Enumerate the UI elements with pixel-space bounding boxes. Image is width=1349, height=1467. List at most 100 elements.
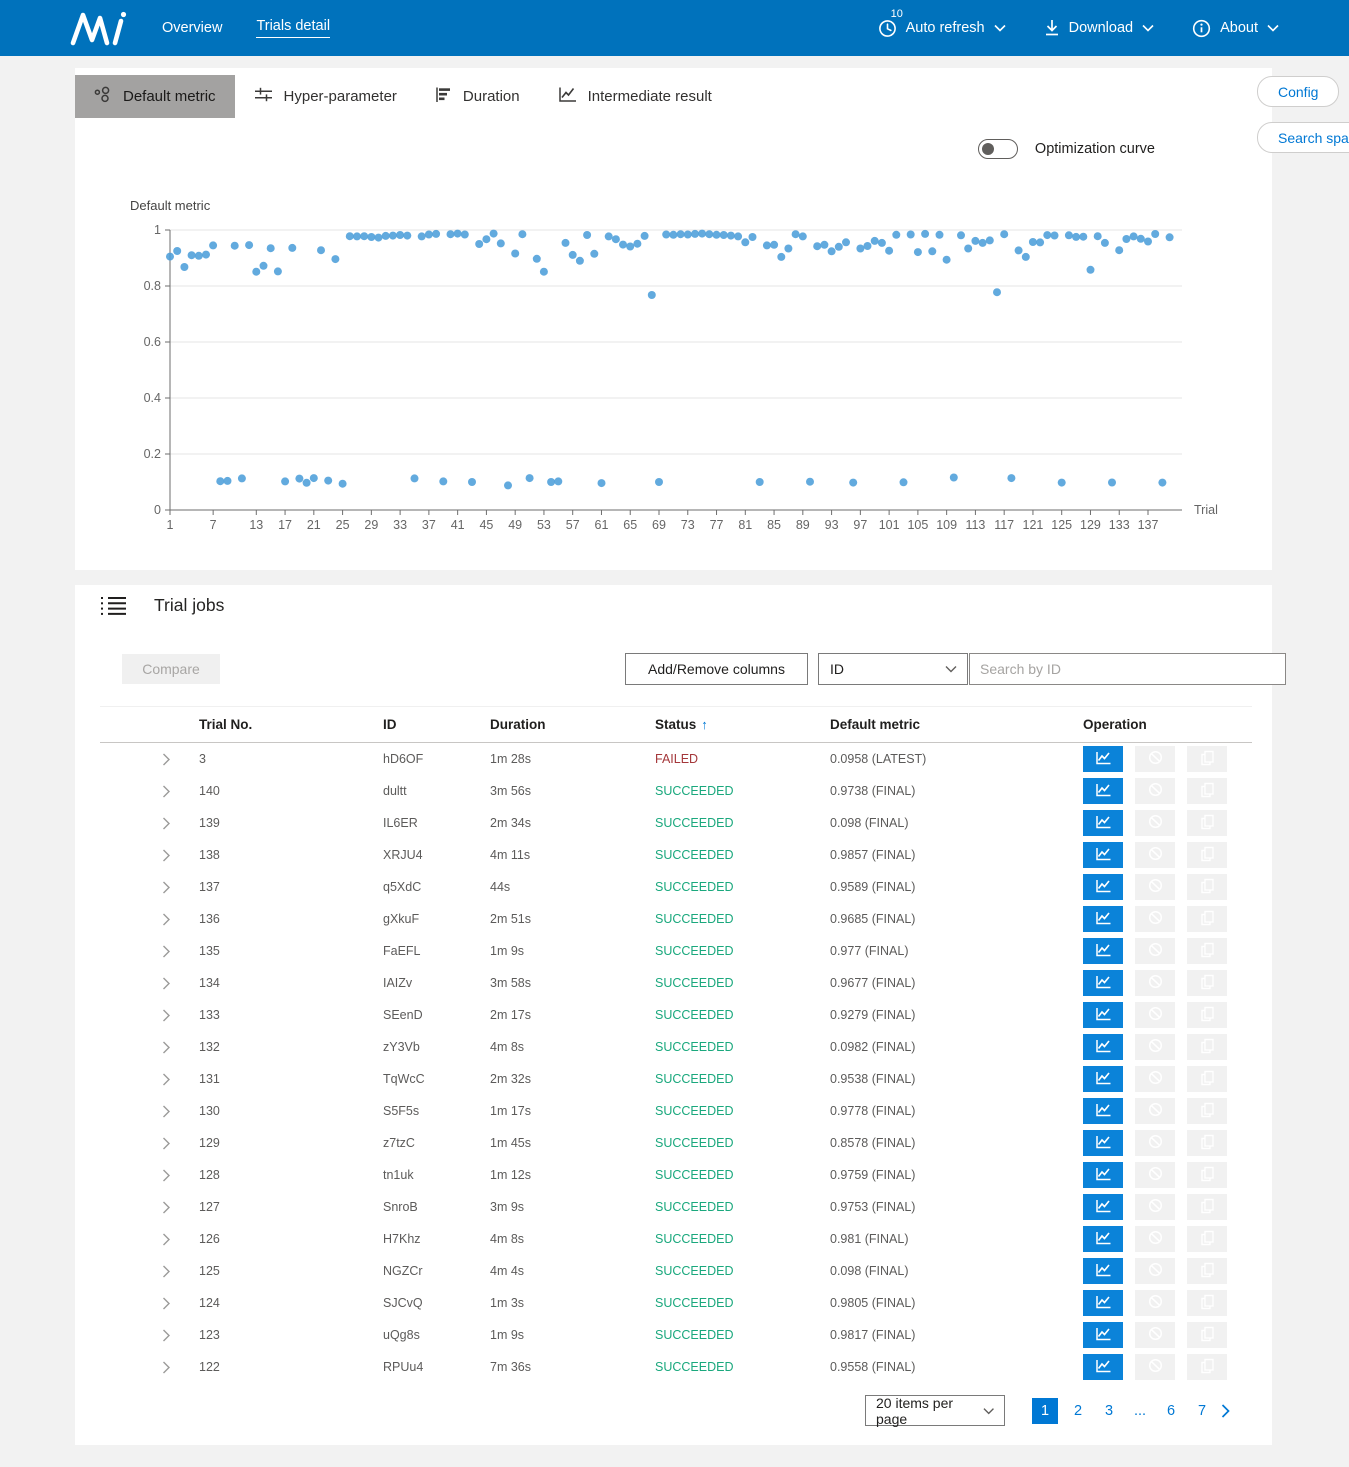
intermediate-result-button[interactable] — [1083, 1290, 1123, 1316]
add-remove-columns-button[interactable]: Add/Remove columns — [625, 653, 808, 685]
download-menu[interactable]: Download — [1044, 19, 1155, 37]
column-header-duration[interactable]: Duration — [490, 717, 655, 732]
copy-parameters-button[interactable] — [1187, 938, 1227, 964]
row-expander[interactable] — [100, 913, 199, 926]
kill-job-button[interactable] — [1135, 1322, 1175, 1348]
row-expander[interactable] — [100, 817, 199, 830]
kill-job-button[interactable] — [1135, 970, 1175, 996]
kill-job-button[interactable] — [1135, 1098, 1175, 1124]
intermediate-result-button[interactable] — [1083, 810, 1123, 836]
auto-refresh-menu[interactable]: 10 Auto refresh — [878, 19, 1006, 38]
copy-parameters-button[interactable] — [1187, 1290, 1227, 1316]
intermediate-result-button[interactable] — [1083, 778, 1123, 804]
intermediate-result-button[interactable] — [1083, 906, 1123, 932]
copy-parameters-button[interactable] — [1187, 906, 1227, 932]
row-expander[interactable] — [100, 1169, 199, 1182]
intermediate-result-button[interactable] — [1083, 1194, 1123, 1220]
row-expander[interactable] — [100, 785, 199, 798]
intermediate-result-button[interactable] — [1083, 1162, 1123, 1188]
copy-parameters-button[interactable] — [1187, 1194, 1227, 1220]
copy-parameters-button[interactable] — [1187, 810, 1227, 836]
copy-parameters-button[interactable] — [1187, 1354, 1227, 1380]
intermediate-result-button[interactable] — [1083, 1130, 1123, 1156]
row-expander[interactable] — [100, 1041, 199, 1054]
search-input[interactable] — [969, 653, 1286, 685]
copy-parameters-button[interactable] — [1187, 1034, 1227, 1060]
intermediate-result-button[interactable] — [1083, 1322, 1123, 1348]
intermediate-result-button[interactable] — [1083, 1066, 1123, 1092]
intermediate-result-button[interactable] — [1083, 1354, 1123, 1380]
page-button-6[interactable]: 6 — [1160, 1398, 1182, 1424]
copy-parameters-button[interactable] — [1187, 778, 1227, 804]
compare-button[interactable]: Compare — [122, 654, 220, 684]
row-expander[interactable] — [100, 1009, 199, 1022]
kill-job-button[interactable] — [1135, 938, 1175, 964]
page-button-2[interactable]: 2 — [1067, 1398, 1089, 1424]
row-expander[interactable] — [100, 1233, 199, 1246]
kill-job-button[interactable] — [1135, 1130, 1175, 1156]
kill-job-button[interactable] — [1135, 842, 1175, 868]
copy-parameters-button[interactable] — [1187, 1162, 1227, 1188]
row-expander[interactable] — [100, 1265, 199, 1278]
copy-parameters-button[interactable] — [1187, 1066, 1227, 1092]
next-page-button[interactable] — [1221, 1404, 1230, 1418]
row-expander[interactable] — [100, 1297, 199, 1310]
kill-job-button[interactable] — [1135, 1194, 1175, 1220]
intermediate-result-button[interactable] — [1083, 746, 1123, 772]
kill-job-button[interactable] — [1135, 1162, 1175, 1188]
optimization-curve-toggle[interactable] — [978, 139, 1018, 159]
row-expander[interactable] — [100, 1361, 199, 1374]
column-header-operation[interactable]: Operation — [1083, 717, 1252, 732]
intermediate-result-button[interactable] — [1083, 1002, 1123, 1028]
kill-job-button[interactable] — [1135, 1066, 1175, 1092]
copy-parameters-button[interactable] — [1187, 1258, 1227, 1284]
kill-job-button[interactable] — [1135, 874, 1175, 900]
row-expander[interactable] — [100, 977, 199, 990]
kill-job-button[interactable] — [1135, 1226, 1175, 1252]
kill-job-button[interactable] — [1135, 810, 1175, 836]
copy-parameters-button[interactable] — [1187, 746, 1227, 772]
row-expander[interactable] — [100, 753, 199, 766]
intermediate-result-button[interactable] — [1083, 842, 1123, 868]
kill-job-button[interactable] — [1135, 1354, 1175, 1380]
kill-job-button[interactable] — [1135, 906, 1175, 932]
items-per-page-select[interactable]: 20 items per page — [865, 1395, 1005, 1426]
tab-duration[interactable]: Duration — [416, 75, 539, 118]
copy-parameters-button[interactable] — [1187, 1130, 1227, 1156]
column-header-id[interactable]: ID — [383, 717, 490, 732]
kill-job-button[interactable] — [1135, 1290, 1175, 1316]
kill-job-button[interactable] — [1135, 746, 1175, 772]
intermediate-result-button[interactable] — [1083, 1258, 1123, 1284]
row-expander[interactable] — [100, 1073, 199, 1086]
row-expander[interactable] — [100, 849, 199, 862]
copy-parameters-button[interactable] — [1187, 842, 1227, 868]
column-header-status[interactable]: Status↑ — [655, 717, 830, 732]
page-button-7[interactable]: 7 — [1191, 1398, 1213, 1424]
intermediate-result-button[interactable] — [1083, 938, 1123, 964]
row-expander[interactable] — [100, 945, 199, 958]
page-button-3[interactable]: 3 — [1098, 1398, 1120, 1424]
kill-job-button[interactable] — [1135, 1034, 1175, 1060]
about-menu[interactable]: About — [1192, 19, 1279, 38]
column-header-default-metric[interactable]: Default metric — [830, 717, 1083, 732]
nav-overview[interactable]: Overview — [162, 20, 222, 36]
filter-column-select[interactable]: ID — [818, 653, 968, 685]
intermediate-result-button[interactable] — [1083, 1226, 1123, 1252]
row-expander[interactable] — [100, 1201, 199, 1214]
copy-parameters-button[interactable] — [1187, 970, 1227, 996]
row-expander[interactable] — [100, 1329, 199, 1342]
copy-parameters-button[interactable] — [1187, 1322, 1227, 1348]
intermediate-result-button[interactable] — [1083, 1034, 1123, 1060]
copy-parameters-button[interactable] — [1187, 1098, 1227, 1124]
nav-trials-detail[interactable]: Trials detail — [256, 18, 330, 38]
row-expander[interactable] — [100, 1105, 199, 1118]
row-expander[interactable] — [100, 881, 199, 894]
copy-parameters-button[interactable] — [1187, 874, 1227, 900]
tab-hyper-parameter[interactable]: Hyper-parameter — [235, 75, 416, 118]
search-space-button[interactable]: Search space — [1257, 122, 1349, 153]
copy-parameters-button[interactable] — [1187, 1226, 1227, 1252]
copy-parameters-button[interactable] — [1187, 1002, 1227, 1028]
tab-intermediate-result[interactable]: Intermediate result — [539, 75, 731, 118]
tab-default-metric[interactable]: Default metric — [75, 75, 235, 118]
kill-job-button[interactable] — [1135, 1002, 1175, 1028]
